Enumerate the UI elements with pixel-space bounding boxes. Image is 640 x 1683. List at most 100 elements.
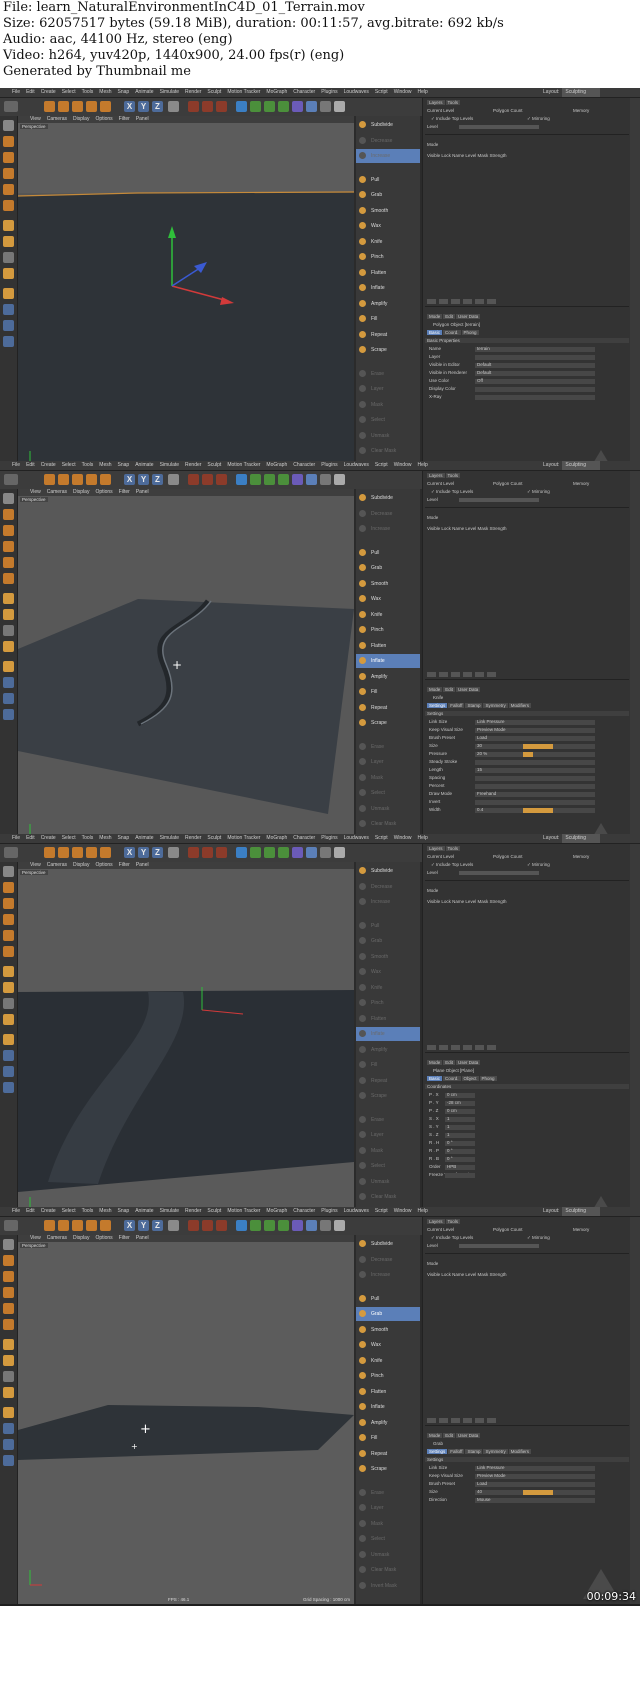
brush-clear-mask[interactable]: Clear Mask (356, 817, 420, 831)
layer-tool-button[interactable] (439, 1418, 448, 1423)
sculpt-icon[interactable] (3, 1407, 14, 1418)
sculpt-icon[interactable] (3, 661, 14, 672)
brush-wax[interactable]: Wax (356, 1338, 420, 1352)
camera-icon[interactable] (320, 474, 331, 485)
menu-item-plugins[interactable]: Plugins (321, 88, 337, 97)
property-field[interactable] (475, 768, 595, 773)
brush-unmask[interactable]: Unmask (356, 1175, 420, 1189)
menu-item-edit[interactable]: Edit (26, 1207, 35, 1216)
render-picture-icon[interactable] (202, 847, 213, 858)
viewport-menu-filter[interactable]: Filter (119, 116, 130, 122)
brush-layer[interactable]: Layer (356, 1501, 420, 1515)
viewport-menu-panel[interactable]: Panel (136, 1235, 149, 1241)
brush-amplify[interactable]: Amplify (356, 1416, 420, 1430)
polygons-mode-icon[interactable] (3, 200, 14, 211)
menu-item-window[interactable]: Window (394, 1207, 412, 1216)
brush-decrease[interactable]: Decrease (356, 507, 420, 521)
tab-tools[interactable]: Tools (445, 1219, 461, 1224)
menu-item-create[interactable]: Create (41, 88, 56, 97)
layer-tool-button[interactable] (439, 1045, 448, 1050)
nurbs-icon[interactable] (264, 474, 275, 485)
layer-tool-button[interactable] (487, 1418, 496, 1423)
brush-knife[interactable]: Knife (356, 235, 420, 249)
spline-icon[interactable] (250, 474, 261, 485)
light-icon[interactable] (334, 101, 345, 112)
layer-icon[interactable] (3, 1082, 14, 1093)
property-field[interactable] (475, 752, 595, 757)
brush-repeat[interactable]: Repeat (356, 1074, 420, 1088)
layer-tool-button[interactable] (451, 672, 460, 677)
viewport[interactable]: + View Cameras Display Options Filter Panel P… (18, 489, 354, 858)
brush-increase[interactable]: Increase (356, 149, 420, 163)
layer-tool-button[interactable] (427, 299, 436, 304)
menu-item-motion-tracker[interactable]: Motion Tracker (227, 88, 260, 97)
add-icon[interactable] (100, 847, 111, 858)
brush-pinch[interactable]: Pinch (356, 623, 420, 637)
move-icon[interactable] (58, 847, 69, 858)
menu-item-tools[interactable]: Tools (82, 461, 94, 470)
include-top-levels-checkbox[interactable]: ✓ Include Top Levels (431, 116, 473, 122)
select-icon[interactable] (44, 101, 55, 112)
menu-item-render[interactable]: Render (185, 834, 201, 843)
viewport-menu-options[interactable]: Options (95, 489, 112, 495)
level-slider[interactable] (459, 125, 539, 129)
light-icon[interactable] (334, 1220, 345, 1231)
brush-unmask[interactable]: Unmask (356, 802, 420, 816)
layer-tool-button[interactable] (475, 672, 484, 677)
cube-icon[interactable] (236, 1220, 247, 1231)
grid-icon[interactable] (3, 1439, 14, 1450)
brush-select[interactable]: Select (356, 413, 420, 427)
brush-pull[interactable]: Pull (356, 919, 420, 933)
viewport-menu-cameras[interactable]: Cameras (47, 489, 67, 495)
object-tab-object[interactable]: Object (461, 1076, 479, 1081)
scene-icon[interactable] (306, 101, 317, 112)
points-mode-icon[interactable] (3, 914, 14, 925)
axis-x-button[interactable]: X (124, 101, 135, 112)
lock-icon[interactable] (3, 1050, 14, 1061)
texture-mode-icon[interactable] (3, 1271, 14, 1282)
coord-system-icon[interactable] (168, 101, 179, 112)
render-view-icon[interactable] (188, 474, 199, 485)
deformer-icon[interactable] (292, 847, 303, 858)
viewport-menu-cameras[interactable]: Cameras (47, 1235, 67, 1241)
brush-layer[interactable]: Layer (356, 382, 420, 396)
brush-clear-mask[interactable]: Clear Mask (356, 444, 420, 458)
menu-item-mograph[interactable]: MoGraph (266, 1207, 287, 1216)
brush-subdivide[interactable]: Subdivide (356, 118, 420, 132)
layer-tool-button[interactable] (487, 672, 496, 677)
workplane-icon[interactable] (3, 1387, 14, 1398)
object-tab-modifiers[interactable]: Modifiers (508, 703, 531, 708)
attr-menu-edit[interactable]: Edit (443, 687, 456, 692)
viewport-menu-display[interactable]: Display (73, 1235, 89, 1241)
menu-item-sculpt[interactable]: Sculpt (207, 88, 221, 97)
brush-smooth[interactable]: Smooth (356, 1323, 420, 1337)
menu-item-select[interactable]: Select (62, 88, 76, 97)
brush-amplify[interactable]: Amplify (356, 1043, 420, 1057)
layer-icon[interactable] (3, 336, 14, 347)
object-tab-basic[interactable]: Basic (427, 1076, 443, 1081)
brush-pinch[interactable]: Pinch (356, 996, 420, 1010)
menu-item-animate[interactable]: Animate (135, 834, 153, 843)
scene-icon[interactable] (306, 474, 317, 485)
menu-item-mograph[interactable]: MoGraph (266, 834, 287, 843)
object-tab-stamp[interactable]: Stamp (465, 703, 483, 708)
viewport-menu-cameras[interactable]: Cameras (47, 116, 67, 122)
object-tab-falloff[interactable]: Falloff (448, 703, 465, 708)
menu-item-render[interactable]: Render (185, 88, 201, 97)
layer-tool-button[interactable] (451, 1045, 460, 1050)
tab-layers[interactable]: Layers (427, 846, 445, 851)
property-field[interactable] (475, 736, 595, 741)
spline-icon[interactable] (250, 847, 261, 858)
menu-item-sculpt[interactable]: Sculpt (207, 461, 221, 470)
attr-menu-user-data[interactable]: User Data (456, 1433, 481, 1438)
brush-layer[interactable]: Layer (356, 1128, 420, 1142)
brush-smooth[interactable]: Smooth (356, 204, 420, 218)
menu-item-render[interactable]: Render (185, 461, 201, 470)
brush-wax[interactable]: Wax (356, 965, 420, 979)
include-top-levels-checkbox[interactable]: ✓ Include Top Levels (431, 862, 473, 868)
axis-z-button[interactable]: Z (152, 101, 163, 112)
tab-layers[interactable]: Layers (427, 1219, 445, 1224)
menu-item-script[interactable]: Script (375, 1207, 388, 1216)
menu-item-edit[interactable]: Edit (26, 88, 35, 97)
scene-icon[interactable] (306, 1220, 317, 1231)
